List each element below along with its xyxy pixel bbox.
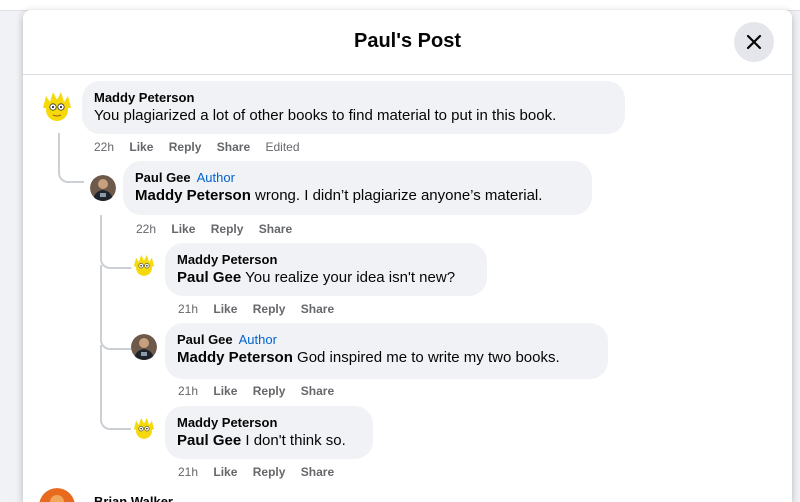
author-badge: Author bbox=[196, 170, 235, 185]
comment-timestamp[interactable]: 21h bbox=[178, 302, 198, 316]
comment-actions: 21h Like Reply Share bbox=[178, 464, 346, 480]
comment-author[interactable]: Maddy Peterson bbox=[177, 251, 475, 268]
post-modal: Paul's Post Maddy Peterson You plagiariz… bbox=[23, 10, 792, 502]
avatar[interactable] bbox=[131, 334, 157, 360]
thread-line bbox=[100, 265, 132, 350]
avatar[interactable] bbox=[131, 415, 157, 441]
reply-button[interactable]: Reply bbox=[253, 465, 286, 479]
comment-actions: 21h Like Reply Share bbox=[178, 301, 346, 317]
reply-button[interactable]: Reply bbox=[211, 222, 244, 236]
comment-author[interactable]: Maddy Peterson bbox=[94, 89, 613, 106]
comment-bubble: Paul Gee Author Maddy Peterson wrong. I d… bbox=[123, 161, 592, 215]
comment-actions: 22h Like Reply Share Edited bbox=[94, 139, 312, 155]
thread-line bbox=[58, 133, 84, 183]
mention-link[interactable]: Paul Gee bbox=[177, 432, 241, 449]
comment-text: Paul Gee You realize your idea isn't new… bbox=[177, 269, 456, 286]
comment-text: You plagiarized a lot of other books to … bbox=[94, 107, 557, 124]
like-button[interactable]: Like bbox=[213, 384, 237, 398]
comment-author[interactable]: Maddy Peterson bbox=[177, 414, 361, 431]
avatar[interactable] bbox=[39, 88, 75, 124]
comment-timestamp[interactable]: 22h bbox=[94, 140, 114, 154]
comment-bubble: Paul Gee Author Maddy Peterson God inspir… bbox=[165, 323, 608, 379]
comment-bubble: Maddy Peterson Paul Gee I don't think so… bbox=[165, 406, 373, 459]
share-button[interactable]: Share bbox=[301, 302, 334, 316]
like-button[interactable]: Like bbox=[171, 222, 195, 236]
comment-bubble: Maddy Peterson You plagiarized a lot of … bbox=[82, 81, 625, 134]
reply-button[interactable]: Reply bbox=[169, 140, 202, 154]
comment-timestamp[interactable]: 21h bbox=[178, 384, 198, 398]
close-button[interactable] bbox=[734, 22, 774, 62]
comment-timestamp[interactable]: 21h bbox=[178, 465, 198, 479]
comment-author[interactable]: Paul Gee Author bbox=[177, 331, 596, 348]
thread-line bbox=[100, 345, 132, 430]
comment-bubble: Maddy Peterson Paul Gee You realize your… bbox=[165, 243, 487, 296]
share-button[interactable]: Share bbox=[301, 384, 334, 398]
comment-author[interactable]: Brian Walker bbox=[94, 493, 173, 502]
modal-title: Paul's Post bbox=[353, 30, 461, 52]
mention-link[interactable]: Paul Gee bbox=[177, 269, 241, 286]
modal-header: Paul's Post bbox=[23, 10, 792, 75]
avatar[interactable] bbox=[39, 488, 75, 502]
avatar[interactable] bbox=[90, 175, 116, 201]
comment-author[interactable]: Paul Gee Author bbox=[135, 169, 580, 186]
comment-text: Maddy Peterson God inspired me to write … bbox=[177, 349, 560, 366]
reply-button[interactable]: Reply bbox=[253, 302, 286, 316]
mention-link[interactable]: Maddy Peterson bbox=[177, 349, 293, 366]
like-button[interactable]: Like bbox=[129, 140, 153, 154]
share-button[interactable]: Share bbox=[259, 222, 292, 236]
comment-actions: 21h Like Reply Share bbox=[178, 383, 346, 399]
share-button[interactable]: Share bbox=[301, 465, 334, 479]
comments-section: Maddy Peterson You plagiarized a lot of … bbox=[23, 75, 792, 502]
comment-text: Paul Gee I don't think so. bbox=[177, 432, 346, 449]
comment-actions: 22h Like Reply Share bbox=[136, 221, 304, 237]
close-icon bbox=[746, 34, 762, 50]
mention-link[interactable]: Maddy Peterson bbox=[135, 187, 251, 204]
comment-text: Maddy Peterson wrong. I didn’t plagiariz… bbox=[135, 187, 543, 204]
avatar[interactable] bbox=[131, 252, 157, 278]
like-button[interactable]: Like bbox=[213, 465, 237, 479]
like-button[interactable]: Like bbox=[213, 302, 237, 316]
edited-label: Edited bbox=[265, 140, 300, 154]
author-badge: Author bbox=[238, 332, 277, 347]
thread-line bbox=[100, 215, 132, 269]
share-button[interactable]: Share bbox=[217, 140, 250, 154]
comment-timestamp[interactable]: 22h bbox=[136, 222, 156, 236]
reply-button[interactable]: Reply bbox=[253, 384, 286, 398]
